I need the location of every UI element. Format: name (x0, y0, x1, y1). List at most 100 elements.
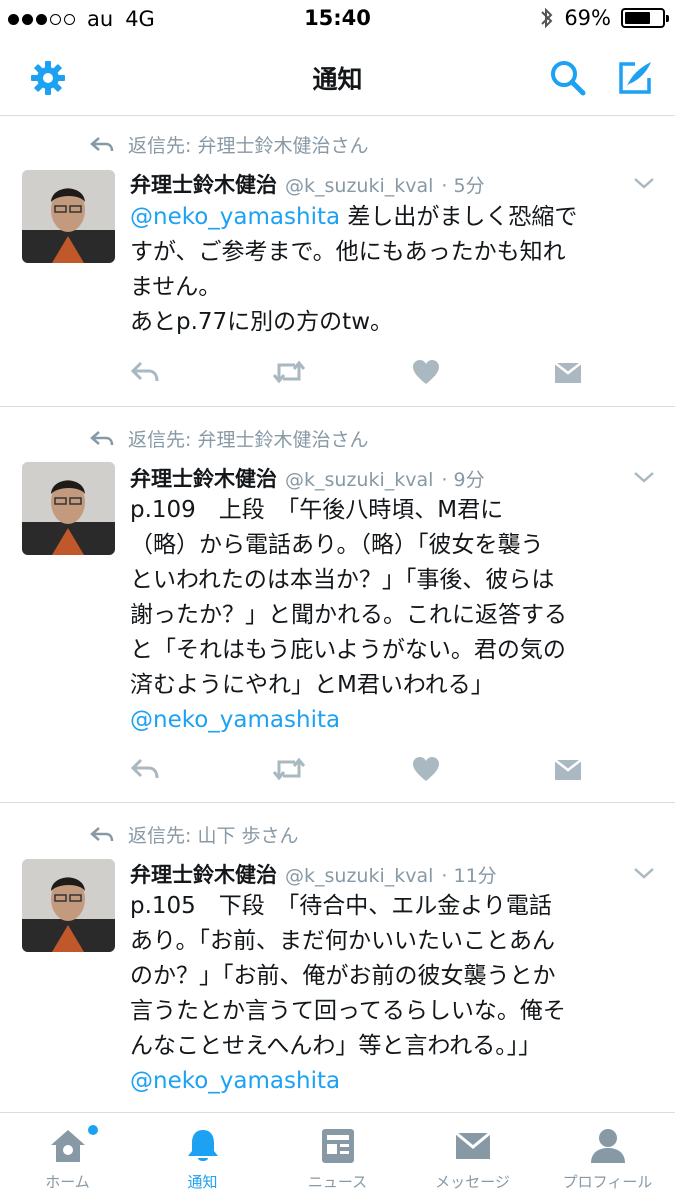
battery-level (625, 12, 650, 24)
compose-button[interactable] (613, 56, 657, 100)
tweet-menu-button[interactable] (633, 865, 655, 884)
tweet-text: p.105 下段 「待合中、エル金より電話 あり。「お前、まだ何かいいたいことあ… (130, 889, 655, 1099)
mention-link[interactable]: @neko_yamashita (130, 1064, 655, 1099)
avatar-photo (22, 170, 115, 263)
tab-bar: ホーム 通知 ニュース メッセージ プロフィール (0, 1112, 675, 1200)
avatar[interactable] (22, 170, 115, 263)
tweet-line: のか？」「お前、俺がお前の彼女襲うとか (130, 963, 556, 989)
reply-context: 返信先: 山下 歩さん (90, 821, 298, 848)
tab-messages[interactable]: メッセージ (405, 1113, 540, 1200)
bell-icon (187, 1130, 218, 1161)
tweet-header: 弁理士鈴木健治 @k_suzuki_kval · 9分 (130, 463, 485, 493)
news-icon (321, 1129, 354, 1163)
reply-icon (130, 361, 159, 382)
tweet-line: ません。 (130, 274, 222, 300)
reply-arrow-icon (90, 826, 114, 841)
tab-label: ニュース (307, 1173, 368, 1191)
reply-button[interactable] (130, 753, 271, 785)
search-button[interactable] (546, 56, 590, 100)
tweet-card[interactable]: 返信先: 弁理士鈴木健治さん 弁理士鈴木健治 @k_suzuki_kval · … (0, 117, 675, 407)
dm-icon (554, 759, 582, 780)
tweet-line: すが、ご参考まで。他にもあったかも知れ (130, 239, 566, 265)
like-button[interactable] (412, 753, 553, 785)
tweet-line: p.109 上段 「午後八時頃、M君に (130, 497, 504, 523)
home-icon (50, 1130, 85, 1162)
user-handle[interactable]: @k_suzuki_kval (285, 865, 433, 887)
tweet-header: 弁理士鈴木健治 @k_suzuki_kval · 11分 (130, 859, 497, 889)
tab-profile[interactable]: プロフィール (540, 1113, 675, 1200)
display-name[interactable]: 弁理士鈴木健治 (130, 169, 277, 199)
direct-message-button[interactable] (553, 356, 675, 388)
tab-home[interactable]: ホーム (0, 1113, 135, 1200)
chevron-down-icon (634, 472, 654, 483)
display-name[interactable]: 弁理士鈴木健治 (130, 859, 277, 889)
tab-label: プロフィール (562, 1173, 653, 1191)
mention-link[interactable]: @neko_yamashita (130, 703, 655, 738)
person-icon (590, 1129, 625, 1163)
nav-bar: 通知 (0, 40, 675, 116)
status-bar: au 4G 15:40 69% (0, 0, 675, 40)
tab-news[interactable]: ニュース (270, 1113, 405, 1200)
tweet-line: 済むようにやれ」とM君いわれる」 (130, 672, 494, 698)
mention-link[interactable]: @neko_yamashita (130, 204, 340, 230)
avatar[interactable] (22, 462, 115, 555)
status-right: 69% (540, 6, 669, 30)
reply-to-label: 返信先: 弁理士鈴木健治さん (128, 429, 369, 451)
tab-notifications[interactable]: 通知 (135, 1113, 270, 1200)
reply-context: 返信先: 弁理士鈴木健治さん (90, 425, 368, 452)
tweet-menu-button[interactable] (633, 175, 655, 194)
tweet-card[interactable]: 返信先: 弁理士鈴木健治さん 弁理士鈴木健治 @k_suzuki_kval · … (0, 407, 675, 803)
user-handle[interactable]: @k_suzuki_kval (285, 469, 433, 491)
reply-icon (130, 758, 159, 779)
tweet-header: 弁理士鈴木健治 @k_suzuki_kval · 5分 (130, 169, 485, 199)
tweet-text: p.109 上段 「午後八時頃、M君に （略）から電話あり。（略）「彼女を襲う … (130, 493, 655, 738)
tab-label: 通知 (187, 1173, 218, 1191)
tweet-line: あとp.77に別の方のtw。 (130, 309, 394, 335)
retweet-button[interactable] (271, 356, 412, 388)
tweet-line: 謝ったか？」と聞かれる。これに返答する (130, 602, 567, 628)
tweet-line: @neko_yamashita 差し出がましく恐縮で (130, 200, 655, 235)
display-name[interactable]: 弁理士鈴木健治 (130, 463, 277, 493)
tweet-actions (130, 356, 675, 388)
avatar-photo (22, 859, 115, 952)
tweet-menu-button[interactable] (633, 469, 655, 488)
reply-button[interactable] (130, 356, 271, 388)
battery-percent: 69% (564, 6, 611, 30)
chevron-down-icon (634, 868, 654, 879)
retweet-icon (272, 757, 306, 781)
tweet-time: · 9分 (441, 469, 485, 491)
tweet-line: と「それはもう庇いようがない。君の気の (130, 637, 566, 663)
avatar[interactable] (22, 859, 115, 952)
tweet-line: あり。「お前、まだ何かいいたいことあん (130, 928, 556, 954)
tweet-card[interactable]: 返信先: 山下 歩さん 弁理士鈴木健治 @k_suzuki_kval · 11分… (0, 803, 675, 1112)
tab-label: メッセージ (435, 1173, 510, 1191)
avatar-photo (22, 462, 115, 555)
tweet-time: · 11分 (441, 865, 497, 887)
tweet-line: （略）から電話あり。（略）「彼女を襲う (130, 532, 544, 558)
reply-arrow-icon (90, 430, 114, 445)
reply-to-label: 返信先: 山下 歩さん (128, 825, 299, 847)
like-button[interactable] (412, 356, 553, 388)
tweet-time: · 5分 (441, 175, 485, 197)
tweet-line: p.105 下段 「待合中、エル金より電話 (130, 893, 552, 919)
dm-icon (554, 362, 582, 383)
direct-message-button[interactable] (553, 753, 675, 785)
tweet-text: @neko_yamashita 差し出がましく恐縮で すが、ご参考まで。他にもあ… (130, 200, 655, 340)
tab-label: ホーム (45, 1173, 90, 1191)
search-icon (551, 61, 586, 96)
heart-icon (413, 360, 439, 384)
tweet-line: といわれたのは本当か？」「事後、彼らは (130, 567, 555, 593)
heart-icon (413, 757, 439, 781)
chevron-down-icon (634, 178, 654, 189)
tweet-line: 言うたとか言うて回ってるらしいな。俺そ (130, 998, 566, 1024)
retweet-button[interactable] (271, 753, 412, 785)
retweet-icon (272, 360, 306, 384)
tweet-line: んなことせえへんわ」等と言われる。」」 (130, 1033, 542, 1059)
reply-context: 返信先: 弁理士鈴木健治さん (90, 131, 368, 158)
unread-dot (88, 1125, 98, 1135)
user-handle[interactable]: @k_suzuki_kval (285, 175, 433, 197)
bluetooth-icon (541, 7, 553, 29)
tweet-actions (130, 753, 675, 785)
envelope-icon (454, 1131, 491, 1159)
reply-to-label: 返信先: 弁理士鈴木健治さん (128, 135, 369, 157)
